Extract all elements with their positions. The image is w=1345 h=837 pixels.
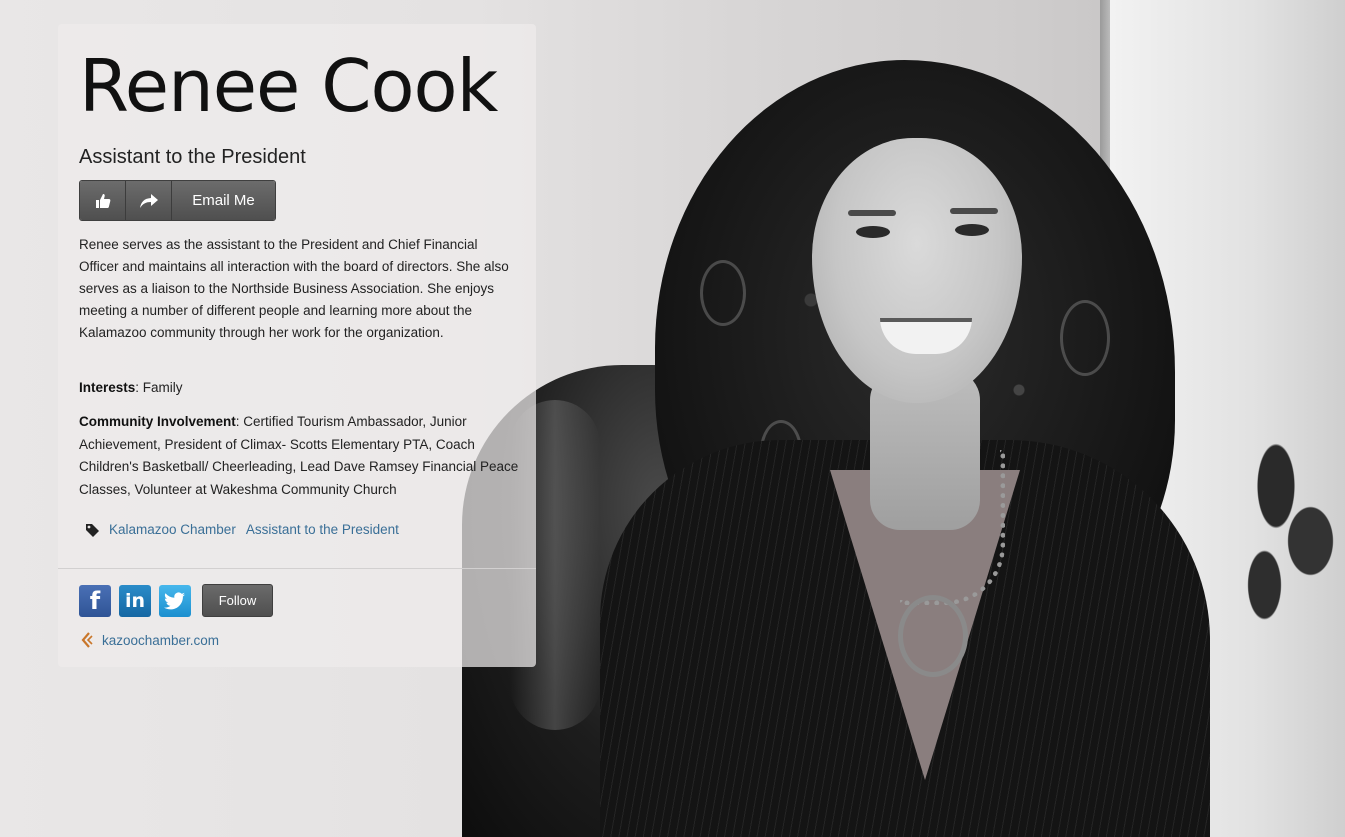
- profile-title: Assistant to the President: [79, 146, 306, 168]
- interests-label: Interests: [79, 380, 136, 395]
- share-button[interactable]: [126, 181, 172, 220]
- hair-curl: [700, 260, 746, 326]
- tag-link-assistant-to-the-president[interactable]: Assistant to the President: [246, 522, 399, 537]
- social-links: f in Follow: [79, 584, 273, 617]
- portrait-pendant: [898, 595, 968, 677]
- community-label: Community Involvement: [79, 414, 236, 429]
- share-arrow-icon: [139, 193, 158, 208]
- hair-curl: [1060, 300, 1110, 376]
- facebook-icon[interactable]: f: [79, 584, 111, 617]
- portrait-necklace: [900, 450, 1005, 605]
- profile-interests: Interests: Family: [79, 377, 519, 399]
- portrait-eye: [955, 224, 989, 236]
- follow-button[interactable]: Follow: [202, 584, 273, 617]
- thumbs-up-icon: [95, 193, 110, 208]
- card-divider: [58, 568, 536, 569]
- profile-bio: Renee serves as the assistant to the Pre…: [79, 237, 509, 340]
- portrait-brow: [950, 208, 998, 214]
- email-me-button[interactable]: Email Me: [172, 181, 275, 220]
- tag-list: Kalamazoo Chamber Assistant to the Presi…: [85, 522, 401, 537]
- website-link-row: kazoochamber.com: [80, 632, 219, 648]
- twitter-icon[interactable]: [159, 584, 191, 617]
- tag-icon: [86, 523, 99, 537]
- website-logo-icon: [81, 632, 93, 648]
- action-button-group: Email Me: [79, 180, 276, 221]
- twitter-bird-icon: [164, 591, 185, 609]
- interests-value: : Family: [135, 380, 183, 395]
- plant: [1230, 420, 1345, 640]
- like-button[interactable]: [80, 181, 126, 220]
- website-link[interactable]: kazoochamber.com: [102, 633, 219, 648]
- linkedin-icon[interactable]: in: [119, 584, 151, 617]
- profile-community-involvement: Community Involvement: Certified Tourism…: [79, 411, 519, 501]
- tag-link-kalamazoo-chamber[interactable]: Kalamazoo Chamber: [109, 522, 236, 537]
- profile-name: Renee Cook: [79, 44, 498, 128]
- portrait-eye: [856, 226, 890, 238]
- portrait-brow: [848, 210, 896, 216]
